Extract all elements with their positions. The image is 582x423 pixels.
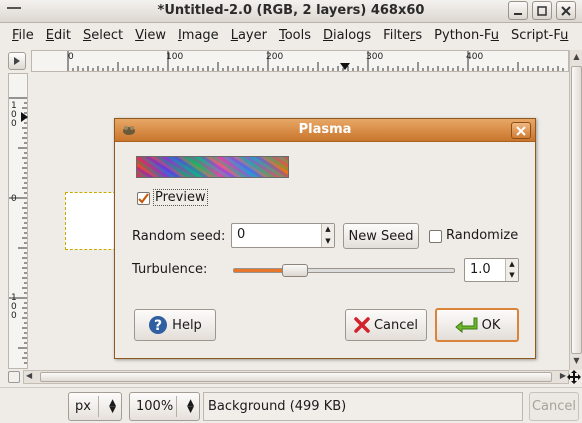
turbulence-value: 1.0: [470, 262, 491, 277]
window-title: *Untitled-2.0 (RGB, 2 layers) 468x60: [157, 3, 425, 18]
status-cancel-button[interactable]: Cancel: [529, 392, 579, 421]
zoom-selector[interactable]: 100% ▲ ▼: [129, 392, 200, 421]
vertical-scroll-thumb[interactable]: [571, 66, 582, 354]
scroll-down-arrow-icon[interactable]: ▼: [571, 356, 582, 370]
turbulence-slider-fill: [234, 269, 284, 272]
randomize-label[interactable]: Randomize: [446, 228, 518, 243]
pointer-arrow-icon: [14, 57, 20, 65]
status-message: Background (499 KB): [203, 392, 523, 421]
zoom-value: 100%: [136, 399, 174, 414]
turbulence-slider[interactable]: [233, 264, 455, 277]
minimize-button[interactable]: [508, 1, 528, 20]
close-icon: [561, 5, 571, 16]
quick-mask-corner-button[interactable]: [8, 52, 26, 70]
zoom-corner-button[interactable]: [8, 371, 20, 383]
cancel-x-icon: [354, 317, 370, 333]
help-icon: ?: [149, 316, 168, 334]
ok-label: OK: [481, 317, 501, 333]
ruler-label: 0: [11, 194, 17, 204]
spin-up-icon[interactable]: ▲: [322, 224, 334, 236]
spin-arrows-icon: ▲ ▼: [187, 398, 194, 415]
ruler-label: 400: [466, 52, 484, 62]
vertical-scrollbar[interactable]: ▲ ▼: [569, 50, 582, 370]
ruler-label: 300: [366, 52, 384, 62]
dialog-title: Plasma: [298, 122, 352, 137]
spin-down-icon[interactable]: ▼: [506, 270, 518, 281]
ok-button[interactable]: OK: [435, 308, 519, 342]
turbulence-slider-thumb[interactable]: [281, 264, 308, 277]
dialog-close-button[interactable]: [511, 122, 531, 139]
new-seed-button[interactable]: New Seed: [343, 223, 419, 249]
ok-return-arrow-icon: [454, 317, 478, 334]
new-seed-label: New Seed: [348, 228, 414, 244]
help-button[interactable]: ? Help: [134, 309, 216, 341]
scroll-left-arrow-icon[interactable]: ◀: [26, 371, 32, 380]
menubar: File Edit Select View Image Layer Tools Dialogs…: [0, 23, 582, 47]
navigate-move-icon[interactable]: [567, 370, 581, 384]
horizontal-scroll-thumb[interactable]: [40, 372, 552, 382]
ruler-label: 1 0 0: [11, 101, 17, 129]
horizontal-ruler[interactable]: 0 100 200 300 400: [31, 50, 569, 72]
cancel-label: Cancel: [373, 317, 419, 333]
close-icon: [516, 125, 526, 136]
plasma-dialog: Plasma Preview Random seed: 0 ▲ ▼ New See…: [114, 118, 536, 359]
ruler-label: 100: [166, 52, 184, 62]
menu-item[interactable]: Python-Fu: [428, 28, 505, 43]
menu-item[interactable]: Layer: [225, 28, 273, 43]
turbulence-spinbox[interactable]: 1.0 ▲ ▼: [464, 258, 519, 282]
unit-value: px: [75, 399, 91, 414]
horizontal-scrollbar[interactable]: ◀ ▶: [23, 370, 569, 384]
spin-arrows-icon: ▲ ▼: [109, 398, 116, 415]
random-seed-value: 0: [237, 227, 246, 242]
unit-selector[interactable]: px ▲ ▼: [68, 392, 122, 421]
menu-item[interactable]: Image: [172, 28, 225, 43]
menu-item[interactable]: Script-Fu: [505, 28, 574, 43]
randomize-checkbox[interactable]: [429, 230, 442, 243]
preview-label[interactable]: Preview: [153, 189, 208, 206]
ruler-label: 200: [266, 52, 284, 62]
menu-item[interactable]: Edit: [40, 28, 77, 43]
minimize-icon: [514, 12, 522, 15]
turbulence-label: Turbulence:: [132, 262, 208, 277]
plasma-preview-image: [136, 156, 289, 178]
spin-down-icon[interactable]: ▼: [322, 236, 334, 248]
preview-checkbox[interactable]: [137, 192, 150, 205]
window-titlebar: *Untitled-2.0 (RGB, 2 layers) 468x60: [0, 0, 582, 23]
help-label: Help: [172, 317, 202, 333]
ruler-label: 1 0 0: [11, 293, 17, 321]
random-seed-label: Random seed:: [132, 229, 226, 244]
menu-item[interactable]: Select: [77, 28, 129, 43]
ruler-label: 0: [68, 52, 74, 62]
image-layer-preview[interactable]: [65, 192, 121, 250]
pointer-position-marker-icon: [21, 112, 28, 122]
vertical-ruler[interactable]: 1 0 0 0 1 0 0: [8, 73, 28, 369]
scroll-up-arrow-icon[interactable]: ▲: [571, 52, 582, 66]
spin-up-icon[interactable]: ▲: [506, 259, 518, 270]
random-seed-spinbox[interactable]: 0 ▲ ▼: [231, 223, 335, 248]
dialog-titlebar: Plasma: [115, 119, 535, 142]
pointer-position-marker-icon: [340, 63, 350, 70]
cancel-button[interactable]: Cancel: [345, 309, 427, 341]
statusbar: px ▲ ▼ 100% ▲ ▼ Background (499 KB) Cancel: [0, 387, 582, 423]
svg-text:?: ?: [154, 318, 162, 334]
menu-item[interactable]: Dialogs: [317, 28, 377, 43]
menu-item[interactable]: File: [6, 28, 40, 43]
maximize-icon: [537, 5, 547, 16]
menu-item[interactable]: View: [129, 28, 172, 43]
menu-item[interactable]: Filters: [377, 28, 428, 43]
checkmark-icon: [138, 193, 149, 204]
maximize-button[interactable]: [532, 1, 552, 20]
scroll-right-arrow-icon[interactable]: ▶: [560, 371, 566, 380]
menu-item[interactable]: Tools: [273, 28, 317, 43]
ruler-ticks-icon: [67, 51, 564, 71]
close-window-button[interactable]: [556, 1, 576, 20]
